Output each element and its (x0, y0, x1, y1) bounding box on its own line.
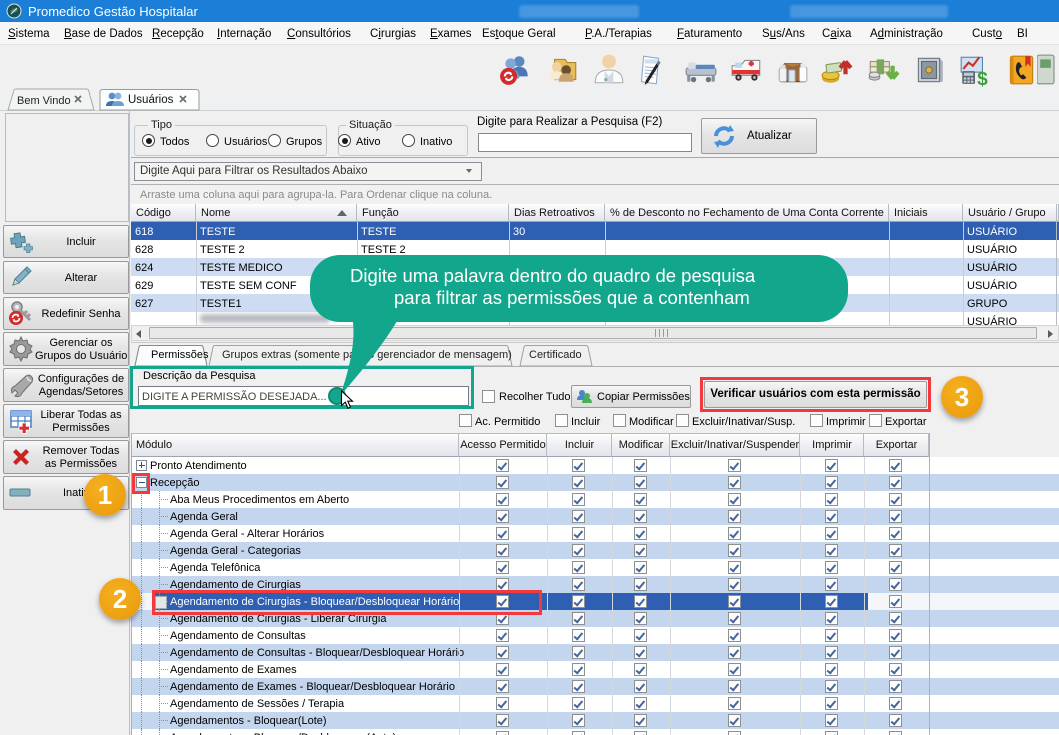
svg-text:$: $ (977, 69, 988, 87)
